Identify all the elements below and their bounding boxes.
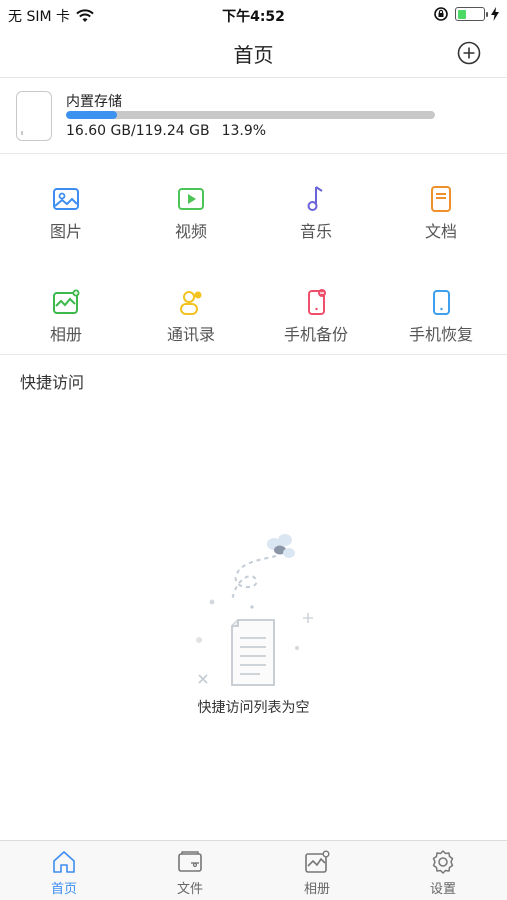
phone-storage-icon — [16, 91, 52, 141]
grid-item-phone-restore[interactable]: 手机恢复 — [378, 287, 504, 357]
storage-progress-bar — [66, 111, 435, 119]
empty-list-text: 快捷访问列表为空 — [197, 700, 310, 716]
video-icon — [178, 188, 204, 210]
grid-item-label: 图片 — [49, 222, 82, 241]
files-icon — [178, 851, 202, 872]
music-icon — [307, 186, 323, 211]
grid-item-images[interactable]: 图片 — [3, 184, 129, 254]
nav-bar: 首页 — [0, 30, 507, 78]
tab-files[interactable]: 文件 — [127, 849, 253, 897]
grid-item-documents[interactable]: 文档 — [378, 184, 504, 254]
charging-icon — [491, 7, 499, 21]
tab-label: 相册 — [303, 882, 330, 897]
contacts-icon — [180, 291, 202, 315]
storage-info: 16.60 GB/119.24 GB 13.9% — [66, 123, 266, 139]
phone-restore-icon — [433, 290, 450, 315]
tab-album[interactable]: 相册 — [254, 849, 380, 897]
grid-item-label: 通讯录 — [166, 325, 215, 344]
tab-label: 首页 — [50, 882, 77, 897]
album-icon — [305, 850, 330, 873]
image-icon — [53, 188, 79, 210]
storage-percent: 13.9% — [221, 123, 267, 139]
storage-usage: 16.60 GB/119.24 GB — [66, 123, 210, 139]
grid-item-music[interactable]: 音乐 — [253, 184, 379, 254]
tab-home[interactable]: 首页 — [1, 849, 127, 897]
grid-item-album[interactable]: 相册 — [3, 287, 129, 357]
storage-title: 内置存储 — [66, 94, 122, 110]
page-title: 首页 — [233, 43, 274, 67]
settings-icon — [432, 850, 454, 874]
internal-storage-card[interactable]: 内置存储 16.60 GB/119.24 GB 13.9% — [0, 79, 507, 154]
grid-item-videos[interactable]: 视频 — [128, 184, 254, 254]
grid-item-label: 音乐 — [299, 222, 332, 241]
status-right — [433, 6, 499, 22]
grid-item-label: 视频 — [174, 222, 207, 241]
home-icon — [53, 851, 75, 873]
tab-bar: 首页 文件 相册 设置 — [0, 840, 507, 900]
grid-item-phone-backup[interactable]: 手机备份 — [253, 287, 379, 357]
add-button[interactable] — [457, 41, 481, 65]
tab-label: 文件 — [176, 882, 203, 897]
grid-item-label: 相册 — [49, 325, 82, 344]
grid-item-label: 手机备份 — [283, 325, 348, 344]
storage-progress-fill — [66, 111, 118, 119]
tab-settings[interactable]: 设置 — [380, 849, 506, 897]
grid-item-label: 手机恢复 — [408, 325, 473, 344]
empty-list-illustration — [196, 534, 313, 686]
grid-item-label: 文档 — [424, 222, 457, 241]
category-grid: 图片 视频 音乐 文档 相册 通讯录 手机备份 手机恢复 — [0, 154, 507, 355]
orientation-lock-icon — [434, 7, 448, 21]
quick-access-title: 快捷访问 — [20, 373, 85, 392]
document-icon — [431, 186, 451, 212]
tab-label: 设置 — [429, 882, 456, 897]
grid-item-contacts[interactable]: 通讯录 — [128, 287, 254, 357]
album-icon — [53, 289, 80, 314]
status-time: 下午4:52 — [222, 9, 285, 25]
battery-icon — [455, 7, 488, 21]
status-bar: 无 SIM 卡 下午4:52 — [0, 0, 507, 30]
phone-backup-icon — [308, 289, 326, 315]
